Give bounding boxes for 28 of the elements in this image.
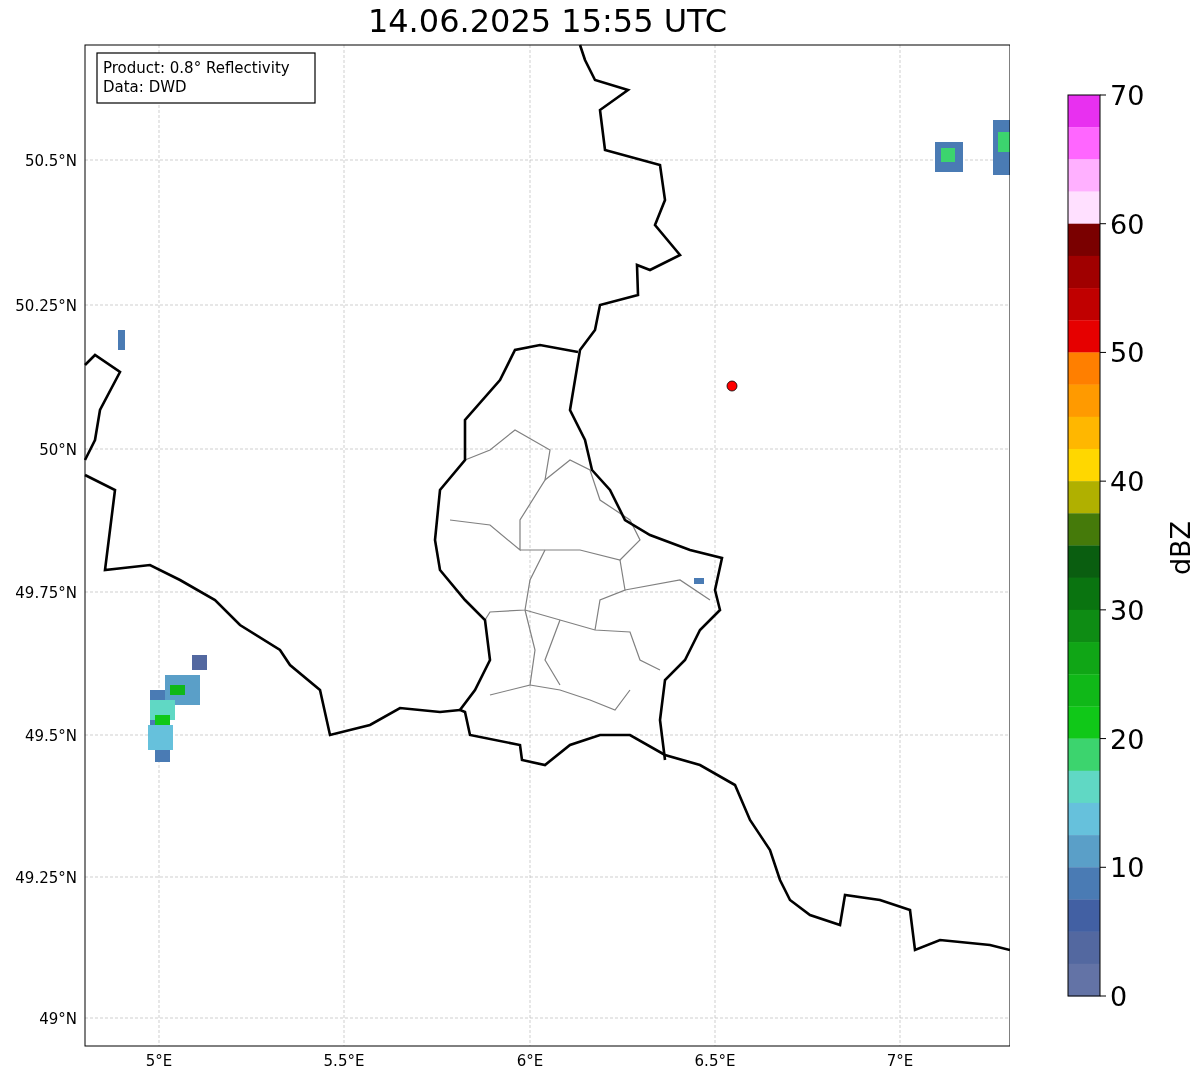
colorbar-tick-label: 40: [1110, 466, 1145, 498]
radar-echo-drawing: [935, 142, 963, 172]
colorbar-label: dBZ: [1165, 520, 1196, 576]
colorbar-tick-label: 0: [1110, 981, 1128, 1012]
axis-tick-label: 49°N: [39, 1010, 77, 1028]
chart-title: 14.06.2025 15:55 UTC: [367, 2, 728, 40]
axis-tick-label: 49.25°N: [15, 869, 77, 887]
colorbar-tick-label: 70: [1110, 80, 1145, 111]
radar-echo-drawing: [118, 330, 125, 350]
axis-tick-label: 7°E: [886, 1052, 914, 1070]
axis-tick-label: 5.5°E: [323, 1052, 365, 1070]
axis-tick-label: 50°N: [39, 441, 77, 459]
axis-tick-label: 49.5°N: [24, 727, 77, 745]
axis-tick-label: 50.25°N: [15, 297, 77, 315]
colorbar-tick-label: 60: [1110, 208, 1145, 240]
info-text: Data: DWD: [103, 78, 187, 96]
axis-tick-label: 6°E: [516, 1052, 544, 1070]
axis-tick-label: 50.5°N: [24, 152, 77, 170]
station-marker: [726, 380, 738, 392]
colorbar-tick-label: 20: [1110, 723, 1145, 755]
colorbar-tick-label: 50: [1110, 337, 1145, 369]
colorbar-tick-label: 10: [1110, 852, 1145, 884]
radar-echo-drawing: [694, 578, 704, 584]
colorbar-tick-label: 30: [1110, 594, 1145, 626]
axis-tick-label: 49.75°N: [15, 584, 77, 602]
axis-tick-label: 6.5°E: [694, 1052, 736, 1070]
info-text: Product: 0.8° Reflectivity: [103, 59, 290, 77]
axis-tick-label: 5°E: [145, 1052, 173, 1070]
